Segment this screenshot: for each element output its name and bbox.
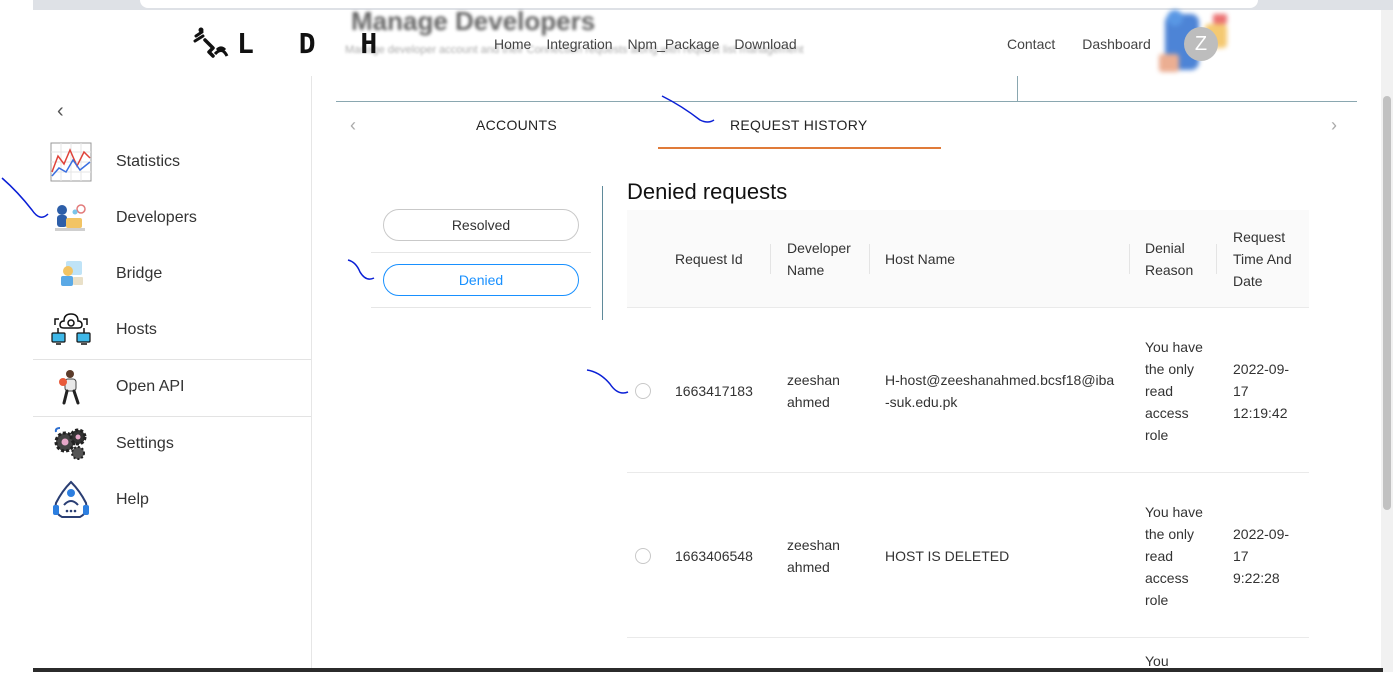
help-headset-icon xyxy=(50,479,92,521)
sidebar-item-label: Statistics xyxy=(116,153,181,170)
sidebar-item-label: Bridge xyxy=(116,265,163,282)
sidebar-item-open-api[interactable]: Open API xyxy=(33,359,311,415)
taskbar-edge xyxy=(33,668,1383,672)
sidebar-item-label: Settings xyxy=(116,435,174,452)
logo-signal-icon xyxy=(193,27,229,58)
sidebar-item-hosts[interactable]: Hosts xyxy=(33,302,311,358)
statistics-chart-icon xyxy=(50,141,92,183)
cell-host-name: HOST IS DELETED xyxy=(885,547,1010,564)
column-separator xyxy=(869,244,870,274)
settings-gears-icon xyxy=(50,423,92,465)
row-select-cell xyxy=(627,308,667,473)
column-separator xyxy=(1129,244,1130,274)
sidebar: ‹ Statistics Developers Bridge Hosts Ope… xyxy=(33,76,312,672)
nav-home[interactable]: Home xyxy=(494,36,531,52)
table-row[interactable]: 1663417183 zeeshan ahmed H-host@zeeshana… xyxy=(627,308,1309,473)
tabs-scroll-right-icon[interactable]: › xyxy=(1331,115,1337,136)
sidebar-item-statistics[interactable]: Statistics xyxy=(33,134,311,190)
filter-divider xyxy=(371,252,591,253)
top-header: Manage Developers Manage developer accou… xyxy=(33,6,1383,76)
annotation-mark xyxy=(661,95,715,123)
cell-developer-name: zeeshan ahmed xyxy=(787,536,840,575)
row-select-radio[interactable] xyxy=(635,382,651,399)
sidebar-item-settings[interactable]: Settings xyxy=(33,416,311,472)
logo-text: L D H xyxy=(237,26,392,60)
cell-developer-name: zeeshan ahmed xyxy=(787,371,840,410)
cell-denial-reason: You xyxy=(1145,653,1169,669)
address-bar[interactable] xyxy=(140,0,1258,8)
nav-npm-package[interactable]: Npm_Package xyxy=(628,36,720,52)
cell-request-time: 2022-09-17 12:19:42 xyxy=(1233,360,1290,421)
table-row[interactable]: 1663406548 zeeshan ahmed HOST IS DELETED… xyxy=(627,473,1309,638)
user-avatar[interactable]: Z xyxy=(1184,27,1218,61)
sidebar-item-bridge[interactable]: Bridge xyxy=(33,246,311,302)
column-header-request-time: Request Time And Date xyxy=(1233,229,1292,289)
row-select-cell xyxy=(627,473,667,638)
left-gutter xyxy=(0,0,33,672)
table-row[interactable]: You xyxy=(627,638,1309,678)
developers-icon xyxy=(50,197,92,239)
right-nav: Contact Dashboard xyxy=(1007,36,1151,52)
nav-download[interactable]: Download xyxy=(734,36,796,52)
column-separator xyxy=(1216,244,1217,274)
column-header-denial-reason: Denial Reason xyxy=(1145,240,1194,278)
tabs-top-border xyxy=(336,101,1357,102)
header-divider xyxy=(1017,76,1018,101)
nav-integration[interactable]: Integration xyxy=(546,36,612,52)
column-header-host-name: Host Name xyxy=(885,251,956,267)
column-separator xyxy=(770,244,771,274)
annotation-mark xyxy=(347,259,375,280)
row-select-radio[interactable] xyxy=(635,547,651,564)
sidebar-item-help[interactable]: Help xyxy=(33,472,311,528)
resolved-filter-button[interactable]: Resolved xyxy=(383,209,579,241)
sidebar-item-label: Open API xyxy=(116,378,185,395)
cell-request-id: 1663406548 xyxy=(675,547,753,564)
cell-request-time: 2022-09-17 9:22:28 xyxy=(1233,525,1290,586)
column-header-request-id: Request Id xyxy=(675,251,743,267)
bridge-icon xyxy=(50,253,92,295)
table-header: Request Id Developer Name Host Name Deni… xyxy=(627,210,1309,308)
tab-accounts[interactable]: ACCOUNTS xyxy=(476,117,557,133)
open-api-icon xyxy=(50,366,92,408)
tabs-scroll-left-icon[interactable]: ‹ xyxy=(350,115,356,136)
cell-host-name: H-host@zeeshanahmed.bcsf18@iba-suk.edu.p… xyxy=(885,371,1115,410)
sidebar-item-developers[interactable]: Developers xyxy=(33,190,311,246)
scrollbar-thumb[interactable] xyxy=(1383,96,1391,510)
cell-denial-reason: You have the only read access role xyxy=(1145,338,1203,443)
main-nav: Home Integration Npm_Package Download xyxy=(494,36,797,52)
tab-request-history[interactable]: REQUEST HISTORY xyxy=(730,117,868,133)
sidebar-item-label: Developers xyxy=(116,209,197,226)
filter-divider xyxy=(371,307,591,308)
collapse-sidebar-icon[interactable]: ‹ xyxy=(57,100,64,123)
page-scrollbar[interactable] xyxy=(1381,10,1393,672)
sidebar-item-label: Help xyxy=(116,491,149,508)
section-title: Denied requests xyxy=(627,179,788,204)
nav-dashboard[interactable]: Dashboard xyxy=(1082,36,1151,52)
nav-contact[interactable]: Contact xyxy=(1007,36,1055,52)
hosts-network-icon xyxy=(50,309,92,351)
annotation-mark xyxy=(586,369,629,394)
active-tab-indicator xyxy=(658,147,941,149)
column-header-developer-name: Developer Name xyxy=(787,240,851,278)
cell-denial-reason: You have the only read access role xyxy=(1145,503,1203,608)
denied-filter-button[interactable]: Denied xyxy=(383,264,579,296)
cell-request-id: 1663417183 xyxy=(675,382,753,399)
filter-panel-border xyxy=(602,186,603,320)
ldh-logo[interactable]: L D H xyxy=(193,26,391,60)
sidebar-item-label: Hosts xyxy=(116,321,157,338)
browser-chrome-strip xyxy=(0,0,1393,10)
